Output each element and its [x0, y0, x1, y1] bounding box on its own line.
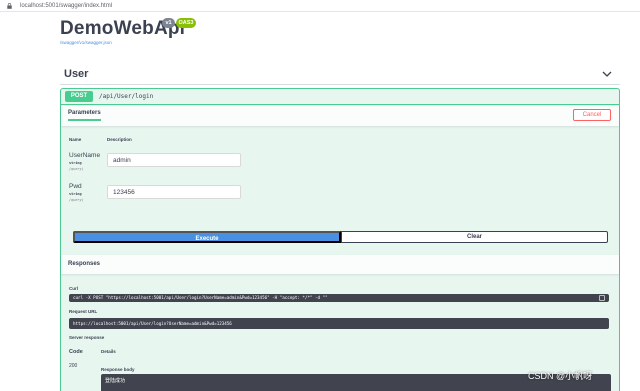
address-url[interactable]: localhost:5001/swagger/index.html	[20, 1, 112, 11]
parameters-tab[interactable]: Parameters	[68, 110, 101, 121]
operation-block: POST /api/User/login Parameters Cancel N…	[60, 88, 620, 391]
param-type-pwd: string	[69, 192, 82, 196]
operation-path: /api/User/login	[99, 93, 154, 100]
username-input[interactable]	[107, 153, 241, 167]
col-header-name: Name	[69, 137, 82, 142]
pwd-input[interactable]	[107, 185, 241, 199]
address-bar[interactable]: localhost:5001/swagger/index.html	[0, 0, 640, 12]
execute-button[interactable]: Execute	[73, 231, 341, 243]
param-name-username: UserName	[69, 152, 101, 159]
version-badge: v1	[162, 18, 175, 28]
response-body-label: Response body	[101, 367, 135, 372]
tag-name: User	[64, 68, 89, 80]
server-response-label: Server response	[69, 335, 105, 340]
response-body-text: 登陆成功	[105, 378, 126, 384]
code-col-header: Code	[69, 349, 83, 355]
copy-icon[interactable]	[599, 295, 605, 301]
responses-header: Responses	[61, 255, 619, 274]
response-code: 200	[69, 363, 78, 369]
request-url: https://localhost:5001/api/User/login?Us…	[73, 321, 232, 326]
details-col-header: Details	[101, 349, 116, 354]
request-url-label: Request URL	[69, 309, 98, 314]
spec-link[interactable]: /swagger/v1/swagger.json	[60, 40, 112, 45]
param-type-username: string	[69, 161, 82, 165]
param-name-pwd: Pwd	[69, 183, 82, 190]
responses-title: Responses	[68, 261, 101, 267]
curl-box: curl -X POST "https://localhost:5001/api…	[69, 294, 609, 302]
curl-label: Curl	[69, 286, 78, 291]
clear-button[interactable]: Clear	[341, 231, 608, 243]
curl-command: curl -X POST "https://localhost:5001/api…	[73, 295, 328, 300]
oas-badge: OAS3	[176, 18, 196, 28]
operation-summary[interactable]: POST /api/User/login	[61, 89, 619, 105]
col-header-description: Description	[107, 137, 132, 142]
lock-icon	[7, 3, 12, 9]
param-in-username: (query)	[69, 167, 84, 171]
cancel-button[interactable]: Cancel	[573, 109, 611, 121]
parameters-header: Parameters Cancel	[61, 106, 619, 126]
method-badge: POST	[65, 91, 93, 102]
watermark: CSDN @小帆呀	[528, 371, 593, 381]
request-url-box: https://localhost:5001/api/User/login?Us…	[69, 318, 609, 329]
param-in-pwd: (query)	[69, 198, 84, 202]
tag-section-header[interactable]: User	[60, 65, 620, 85]
chevron-down-icon[interactable]	[602, 70, 612, 78]
